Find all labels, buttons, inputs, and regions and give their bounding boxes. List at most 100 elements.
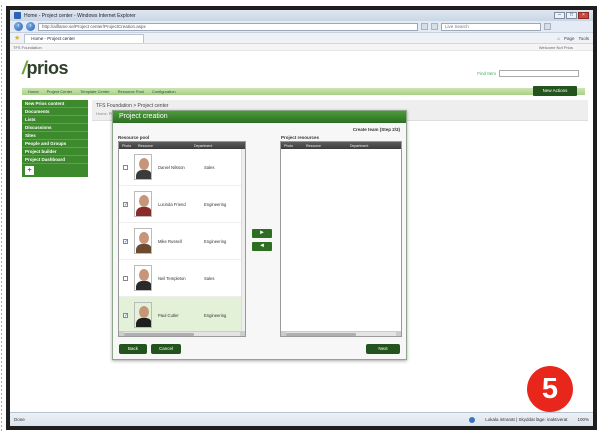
find-input[interactable] bbox=[499, 70, 579, 77]
forward-nav-icon[interactable]: › bbox=[26, 22, 35, 31]
resource-pool-panel: Photo Resource Department Daniel Nilsson… bbox=[118, 141, 246, 337]
browser-tab[interactable]: Home - Project center bbox=[24, 33, 145, 43]
resource-checkbox[interactable] bbox=[123, 164, 128, 170]
sidebar-item[interactable]: Discussions bbox=[22, 124, 88, 132]
command-bar: ⌂ Page Tools bbox=[557, 36, 589, 41]
vertical-scrollbar[interactable] bbox=[241, 149, 245, 333]
back-nav-icon[interactable]: ‹ bbox=[14, 22, 23, 31]
resource-checkbox[interactable]: ✓ bbox=[123, 238, 128, 244]
breadcrumb: TFS Foundation > Project center bbox=[96, 103, 169, 109]
person-head-icon bbox=[139, 306, 149, 318]
sidebar-item[interactable]: Lists bbox=[22, 116, 88, 124]
column-header[interactable]: Photo bbox=[119, 144, 135, 148]
project-resources-header: Photo Resource Department bbox=[281, 142, 401, 149]
resource-department: Engineering bbox=[204, 312, 227, 318]
scroll-thumb[interactable] bbox=[286, 333, 356, 336]
tab-configuration[interactable]: Configuration bbox=[152, 89, 176, 94]
tab-home[interactable]: Home bbox=[28, 89, 39, 94]
browser-window: Home - Project center - Windows Internet… bbox=[6, 6, 597, 430]
page-menu[interactable]: Page bbox=[564, 36, 575, 41]
globe-icon bbox=[469, 416, 476, 423]
dialog-title: Project creation bbox=[113, 111, 406, 123]
resource-row[interactable]: ✓ Lucinda Friend Engineering bbox=[119, 186, 245, 223]
sidebar-item[interactable]: Sites bbox=[22, 132, 88, 140]
sidebar-item[interactable]: Project builder bbox=[22, 148, 88, 156]
sidebar-item[interactable]: New Prios content bbox=[22, 100, 88, 108]
tab-template-center[interactable]: Template Center bbox=[80, 89, 109, 94]
favorites-bar: ★ Home - Project center ⌂ Page Tools bbox=[10, 33, 593, 44]
scroll-thumb[interactable] bbox=[124, 333, 194, 336]
resource-row[interactable]: Neil Templeton Sales bbox=[119, 260, 245, 297]
horizontal-scrollbar[interactable] bbox=[119, 331, 245, 336]
tools-menu[interactable]: Tools bbox=[578, 36, 589, 41]
resource-row[interactable]: Daniel Nilsson Sales bbox=[119, 149, 245, 186]
resource-checkbox[interactable]: ✓ bbox=[123, 201, 128, 207]
person-head-icon bbox=[139, 195, 149, 207]
back-button[interactable]: Back bbox=[119, 344, 147, 354]
column-header[interactable]: Photo bbox=[281, 144, 303, 148]
resource-photo bbox=[134, 228, 152, 254]
url-field[interactable]: http://aiflame.se/Project center/Project… bbox=[38, 22, 418, 31]
add-icon[interactable]: + bbox=[25, 166, 34, 175]
top-nav: Home Project Center Template Center Reso… bbox=[22, 88, 585, 95]
person-head-icon bbox=[139, 269, 149, 281]
tab-project-center[interactable]: Project Center bbox=[47, 89, 73, 94]
resource-name: Neil Templeton bbox=[158, 275, 186, 281]
status-zone: Lokala intranät | Skyddat läge: inaktive… bbox=[469, 416, 589, 423]
horizontal-scrollbar[interactable] bbox=[281, 331, 401, 336]
resource-checkbox[interactable]: ✓ bbox=[123, 312, 128, 318]
refresh-icon[interactable] bbox=[421, 23, 428, 30]
column-header[interactable]: Resource bbox=[303, 144, 347, 148]
dotted-border bbox=[0, 4, 3, 432]
close-button[interactable]: × bbox=[578, 12, 589, 19]
person-head-icon bbox=[139, 232, 149, 244]
add-to-project-button[interactable]: ► bbox=[252, 229, 272, 238]
next-button[interactable]: Next bbox=[366, 344, 400, 354]
project-creation-dialog: Project creation Create team (Step 2/3) … bbox=[112, 110, 407, 360]
home-icon[interactable]: ⌂ bbox=[557, 36, 560, 41]
resource-department: Engineering bbox=[204, 201, 227, 207]
resource-row[interactable]: ✓ Mike Russell Engineering bbox=[119, 223, 245, 260]
column-header[interactable]: Department bbox=[347, 144, 401, 148]
step-badge: 5 bbox=[527, 366, 573, 412]
minimize-button[interactable]: – bbox=[554, 12, 565, 19]
person-head-icon bbox=[139, 158, 149, 170]
sidebar-item[interactable]: Documents bbox=[22, 108, 88, 116]
scroll-right-icon[interactable] bbox=[396, 332, 401, 336]
sidebar-item[interactable]: People and Groups bbox=[22, 140, 88, 148]
resource-department: Engineering bbox=[204, 238, 227, 244]
tab-resource-pool[interactable]: Resource Pool bbox=[118, 89, 144, 94]
resource-name: Daniel Nilsson bbox=[158, 164, 185, 170]
status-text: Done bbox=[14, 417, 25, 422]
resource-row[interactable]: ✓ Paul Cutler Engineering bbox=[119, 297, 245, 334]
new-actions-button[interactable]: New Actions bbox=[533, 86, 577, 96]
search-input[interactable]: Live Search bbox=[441, 22, 541, 31]
resource-photo bbox=[134, 191, 152, 217]
column-header[interactable]: Resource bbox=[135, 144, 191, 148]
zoom-level[interactable]: 100% bbox=[577, 417, 589, 422]
resource-checkbox[interactable] bbox=[123, 275, 128, 281]
person-body-icon bbox=[136, 281, 151, 290]
welcome-menu[interactable]: Welcome Nof Prios bbox=[539, 44, 593, 50]
remove-from-project-button[interactable]: ◄ bbox=[252, 242, 272, 251]
address-bar: ‹ › http://aiflame.se/Project center/Pro… bbox=[10, 21, 593, 33]
person-body-icon bbox=[136, 318, 151, 327]
scroll-right-icon[interactable] bbox=[240, 332, 245, 336]
resource-name: Paul Cutler bbox=[158, 312, 179, 318]
site-label[interactable]: TFS Foundation bbox=[13, 44, 42, 50]
stop-icon[interactable] bbox=[431, 23, 438, 30]
title-bar: Home - Project center - Windows Internet… bbox=[10, 10, 593, 21]
resource-photo bbox=[134, 154, 152, 180]
step-label: Create team (Step 2/3) bbox=[352, 127, 400, 132]
prios-logo: /prios bbox=[22, 58, 69, 79]
maximize-button[interactable]: □ bbox=[566, 12, 577, 19]
resource-photo bbox=[134, 265, 152, 291]
search-icon[interactable] bbox=[544, 23, 551, 30]
cancel-button[interactable]: Cancel bbox=[151, 344, 181, 354]
window-controls: – □ × bbox=[554, 12, 589, 19]
sidebar-item[interactable]: Project Dashboard bbox=[22, 156, 88, 164]
favorites-star-icon[interactable]: ★ bbox=[14, 34, 20, 42]
resource-photo bbox=[134, 302, 152, 328]
column-header[interactable]: Department bbox=[191, 144, 245, 148]
find-label: Find Item bbox=[477, 71, 496, 76]
